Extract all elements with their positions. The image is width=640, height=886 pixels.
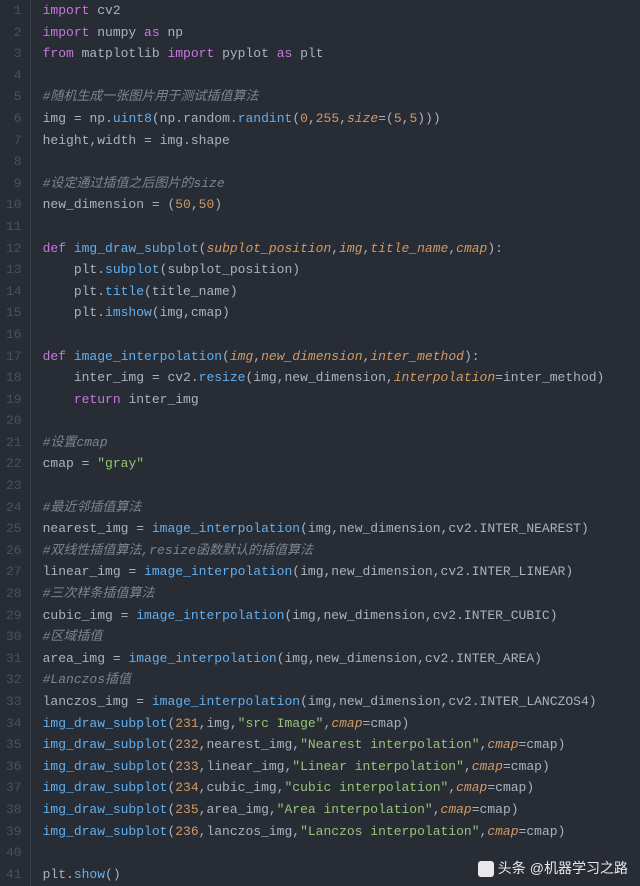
code-line[interactable]: #区域插值 — [43, 626, 640, 648]
code-line[interactable] — [43, 65, 640, 87]
code-line[interactable]: from matplotlib import pyplot as plt — [43, 43, 640, 65]
code-line[interactable]: img_draw_subplot(236,lanczos_img,"Lanczo… — [43, 821, 640, 843]
line-number: 20 — [6, 410, 22, 432]
watermark-prefix: 头条 — [498, 858, 526, 880]
code-line[interactable]: #Lanczos插值 — [43, 669, 640, 691]
line-number: 35 — [6, 734, 22, 756]
code-line[interactable]: img_draw_subplot(231,img,"src Image",cma… — [43, 713, 640, 735]
line-number: 19 — [6, 389, 22, 411]
line-number: 22 — [6, 453, 22, 475]
line-number: 11 — [6, 216, 22, 238]
watermark-icon — [478, 861, 494, 877]
code-line[interactable] — [43, 410, 640, 432]
code-line[interactable]: def image_interpolation(img,new_dimensio… — [43, 346, 640, 368]
line-number: 33 — [6, 691, 22, 713]
line-number: 32 — [6, 669, 22, 691]
line-number: 12 — [6, 238, 22, 260]
code-line[interactable]: img_draw_subplot(233,linear_img,"Linear … — [43, 756, 640, 778]
code-line[interactable]: cubic_img = image_interpolation(img,new_… — [43, 605, 640, 627]
line-number: 7 — [6, 130, 22, 152]
code-line[interactable]: #最近邻插值算法 — [43, 497, 640, 519]
line-number: 4 — [6, 65, 22, 87]
code-line[interactable]: new_dimension = (50,50) — [43, 194, 640, 216]
line-number: 38 — [6, 799, 22, 821]
line-number: 6 — [6, 108, 22, 130]
code-line[interactable]: import cv2 — [43, 0, 640, 22]
code-line[interactable]: linear_img = image_interpolation(img,new… — [43, 561, 640, 583]
line-number: 37 — [6, 777, 22, 799]
line-number: 26 — [6, 540, 22, 562]
line-number: 28 — [6, 583, 22, 605]
watermark-handle: @机器学习之路 — [530, 858, 628, 880]
line-number: 25 — [6, 518, 22, 540]
code-line[interactable]: area_img = image_interpolation(img,new_d… — [43, 648, 640, 670]
line-number: 21 — [6, 432, 22, 454]
line-number: 41 — [6, 864, 22, 886]
code-line[interactable]: img_draw_subplot(235,area_img,"Area inte… — [43, 799, 640, 821]
code-line[interactable]: plt.imshow(img,cmap) — [43, 302, 640, 324]
line-number: 14 — [6, 281, 22, 303]
code-editor: 1234567891011121314151617181920212223242… — [0, 0, 640, 886]
line-number: 5 — [6, 86, 22, 108]
code-line[interactable] — [43, 475, 640, 497]
code-line[interactable]: def img_draw_subplot(subplot_position,im… — [43, 238, 640, 260]
line-number: 30 — [6, 626, 22, 648]
code-line[interactable]: #设置cmap — [43, 432, 640, 454]
line-number: 27 — [6, 561, 22, 583]
code-line[interactable]: #双线性插值算法,resize函数默认的插值算法 — [43, 540, 640, 562]
code-line[interactable]: img_draw_subplot(234,cubic_img,"cubic in… — [43, 777, 640, 799]
code-line[interactable] — [43, 216, 640, 238]
line-number: 10 — [6, 194, 22, 216]
watermark: 头条 @机器学习之路 — [478, 858, 628, 880]
line-number-gutter: 1234567891011121314151617181920212223242… — [0, 0, 31, 886]
line-number: 15 — [6, 302, 22, 324]
line-number: 29 — [6, 605, 22, 627]
code-line[interactable]: import numpy as np — [43, 22, 640, 44]
code-line[interactable]: inter_img = cv2.resize(img,new_dimension… — [43, 367, 640, 389]
line-number: 31 — [6, 648, 22, 670]
code-line[interactable]: img_draw_subplot(232,nearest_img,"Neares… — [43, 734, 640, 756]
line-number: 23 — [6, 475, 22, 497]
code-line[interactable]: plt.title(title_name) — [43, 281, 640, 303]
code-line[interactable]: #设定通过插值之后图片的size — [43, 173, 640, 195]
code-line[interactable]: plt.subplot(subplot_position) — [43, 259, 640, 281]
code-line[interactable] — [43, 324, 640, 346]
line-number: 34 — [6, 713, 22, 735]
line-number: 18 — [6, 367, 22, 389]
line-number: 36 — [6, 756, 22, 778]
code-line[interactable]: #随机生成一张图片用于测试插值算法 — [43, 86, 640, 108]
line-number: 13 — [6, 259, 22, 281]
line-number: 40 — [6, 842, 22, 864]
code-line[interactable]: return inter_img — [43, 389, 640, 411]
line-number: 2 — [6, 22, 22, 44]
code-line[interactable]: height,width = img.shape — [43, 130, 640, 152]
code-line[interactable]: lanczos_img = image_interpolation(img,ne… — [43, 691, 640, 713]
code-line[interactable]: cmap = "gray" — [43, 453, 640, 475]
line-number: 24 — [6, 497, 22, 519]
code-line[interactable]: nearest_img = image_interpolation(img,ne… — [43, 518, 640, 540]
code-area[interactable]: import cv2import numpy as npfrom matplot… — [31, 0, 640, 886]
line-number: 3 — [6, 43, 22, 65]
code-line[interactable] — [43, 151, 640, 173]
line-number: 9 — [6, 173, 22, 195]
line-number: 8 — [6, 151, 22, 173]
code-line[interactable]: #三次样条插值算法 — [43, 583, 640, 605]
line-number: 39 — [6, 821, 22, 843]
code-line[interactable]: img = np.uint8(np.random.randint(0,255,s… — [43, 108, 640, 130]
line-number: 1 — [6, 0, 22, 22]
line-number: 17 — [6, 346, 22, 368]
line-number: 16 — [6, 324, 22, 346]
